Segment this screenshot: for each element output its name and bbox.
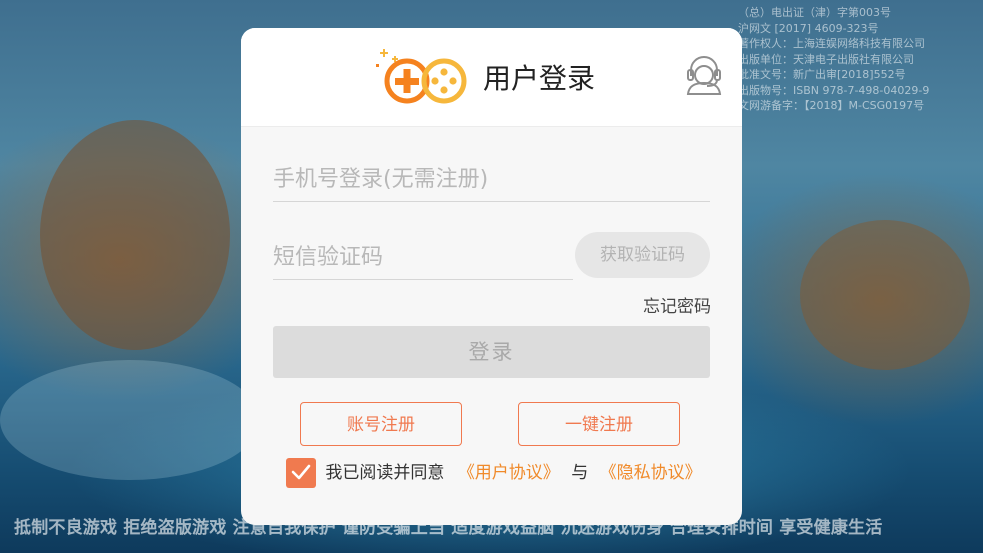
phone-field[interactable] bbox=[273, 158, 710, 202]
gamepad-logo-icon bbox=[376, 49, 467, 104]
license-info: （总）电出证（津）字第003号 沪网文 [2017] 4609-323号 著作权… bbox=[738, 5, 983, 114]
license-line: 沪网文 [2017] 4609-323号 bbox=[738, 21, 879, 35]
sms-code-input[interactable] bbox=[273, 236, 573, 279]
license-line: 出版物号：ISBN 978-7-498-04029-9 bbox=[738, 83, 930, 97]
agree-checkbox[interactable] bbox=[286, 458, 316, 488]
dialog-header: 用户登录 bbox=[241, 28, 742, 127]
agree-text: 我已阅读并同意 bbox=[325, 463, 445, 483]
customer-service-icon[interactable] bbox=[685, 55, 723, 95]
license-line: 文网游备字：【2018】M-CSG0197号 bbox=[738, 99, 925, 112]
background-ship-left bbox=[40, 120, 230, 350]
background-wave bbox=[0, 360, 260, 480]
license-line: 批准文号：新广出审[2018]552号 bbox=[738, 68, 906, 81]
license-line: 出版单位：天津电子出版社有限公司 bbox=[738, 52, 914, 66]
and-text: 与 bbox=[571, 463, 589, 483]
user-agreement-link[interactable]: 《用户协议》 bbox=[458, 463, 560, 483]
login-dialog: 用户登录 获取验证码 忘记密码 登录 账号注册 一键注册 我已阅读并同意 bbox=[241, 28, 742, 525]
account-register-button[interactable]: 账号注册 bbox=[300, 402, 462, 446]
login-button[interactable]: 登录 bbox=[273, 326, 710, 378]
phone-input[interactable] bbox=[273, 158, 710, 201]
forgot-password-link[interactable]: 忘记密码 bbox=[635, 292, 711, 317]
background-ship-right bbox=[800, 220, 970, 370]
checkmark-icon bbox=[291, 464, 311, 480]
agreement-row: 我已阅读并同意 《用户协议》 与 《隐私协议》 bbox=[286, 457, 702, 489]
dialog-title: 用户登录 bbox=[483, 62, 596, 95]
onekey-register-button[interactable]: 一键注册 bbox=[518, 402, 680, 446]
license-line: （总）电出证（津）字第003号 bbox=[738, 6, 891, 19]
get-code-button[interactable]: 获取验证码 bbox=[575, 232, 710, 278]
license-line: 著作权人：上海连娱网络科技有限公司 bbox=[738, 37, 925, 50]
sms-code-field[interactable] bbox=[273, 236, 573, 280]
privacy-agreement-link[interactable]: 《隐私协议》 bbox=[600, 463, 702, 483]
